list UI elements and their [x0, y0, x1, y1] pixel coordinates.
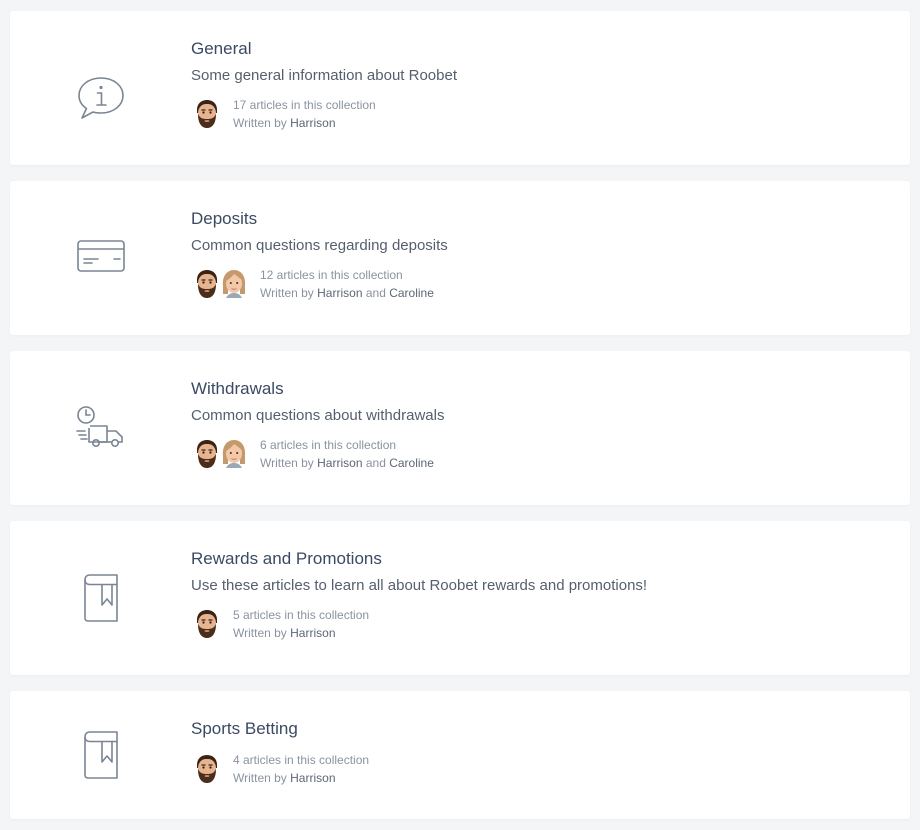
author-avatars — [191, 608, 223, 640]
delivery-truck-clock-icon — [74, 401, 128, 455]
collections-list: General Some general information about R… — [0, 0, 920, 830]
author-name: Harrison — [290, 626, 336, 640]
collection-meta: 6 articles in this collection Written by… — [191, 436, 890, 472]
author-name: Harrison — [317, 456, 363, 470]
article-count: 5 articles in this collection — [233, 608, 370, 622]
collection-meta-text: 12 articles in this collection Written b… — [260, 266, 434, 302]
written-by-line: Written by Harrison and Caroline — [260, 284, 434, 302]
avatar-caroline — [218, 438, 250, 470]
article-count: 12 articles in this collection — [260, 268, 403, 282]
collection-description: Some general information about Roobet — [191, 67, 458, 84]
author-joiner: and — [365, 456, 386, 470]
collection-meta-text: 6 articles in this collection Written by… — [260, 436, 434, 472]
author-name: Caroline — [389, 286, 434, 300]
collection-card-general[interactable]: General Some general information about R… — [10, 11, 910, 165]
info-bubble-icon — [74, 71, 128, 125]
article-count: 17 articles in this collection — [233, 98, 376, 112]
collection-title[interactable]: Rewards and Promotions — [191, 549, 890, 569]
collection-meta-text: 17 articles in this collection Written b… — [233, 96, 376, 132]
collection-card-sports-betting[interactable]: Sports Betting 4 articles in this collec… — [10, 691, 910, 819]
collection-description: Common questions about withdrawals — [191, 407, 445, 424]
written-by-line: Written by Harrison — [233, 769, 369, 787]
collection-title[interactable]: Deposits — [191, 209, 890, 229]
avatar-harrison — [191, 608, 223, 640]
written-by-line: Written by Harrison — [233, 624, 369, 642]
author-avatars — [191, 98, 223, 130]
avatar-harrison — [191, 98, 223, 130]
author-name: Harrison — [290, 771, 336, 785]
written-by-line: Written by Harrison — [233, 114, 376, 132]
collection-meta: 12 articles in this collection Written b… — [191, 266, 890, 302]
author-name: Harrison — [317, 286, 363, 300]
written-by-label: Written by — [233, 771, 287, 785]
article-count: 6 articles in this collection — [260, 438, 397, 452]
author-joiner: and — [365, 286, 386, 300]
collection-card-rewards-and-promotions[interactable]: Rewards and Promotions Use these article… — [10, 521, 910, 675]
written-by-label: Written by — [260, 456, 314, 470]
author-avatars — [191, 438, 250, 470]
collection-description: Common questions regarding deposits — [191, 237, 448, 254]
collection-title[interactable]: General — [191, 39, 890, 59]
collection-meta-text: 4 articles in this collection Written by… — [233, 751, 369, 787]
bookmark-book-icon — [74, 571, 128, 625]
collection-meta: 17 articles in this collection Written b… — [191, 96, 890, 132]
collection-card-withdrawals[interactable]: Withdrawals Common questions about withd… — [10, 351, 910, 505]
collection-description: Use these articles to learn all about Ro… — [191, 577, 648, 594]
bookmark-book-icon — [74, 728, 128, 782]
collection-meta-text: 5 articles in this collection Written by… — [233, 606, 369, 642]
credit-card-icon — [74, 229, 128, 283]
written-by-line: Written by Harrison and Caroline — [260, 454, 434, 472]
author-name: Caroline — [389, 456, 434, 470]
collection-meta: 5 articles in this collection Written by… — [191, 606, 890, 642]
collection-meta: 4 articles in this collection Written by… — [191, 751, 890, 787]
avatar-caroline — [218, 268, 250, 300]
author-avatars — [191, 753, 223, 785]
written-by-label: Written by — [233, 116, 287, 130]
collection-title[interactable]: Sports Betting — [191, 719, 890, 739]
author-avatars — [191, 268, 250, 300]
avatar-harrison — [191, 753, 223, 785]
article-count: 4 articles in this collection — [233, 753, 370, 767]
written-by-label: Written by — [233, 626, 287, 640]
collection-card-deposits[interactable]: Deposits Common questions regarding depo… — [10, 181, 910, 335]
author-name: Harrison — [290, 116, 336, 130]
written-by-label: Written by — [260, 286, 314, 300]
collection-title[interactable]: Withdrawals — [191, 379, 890, 399]
